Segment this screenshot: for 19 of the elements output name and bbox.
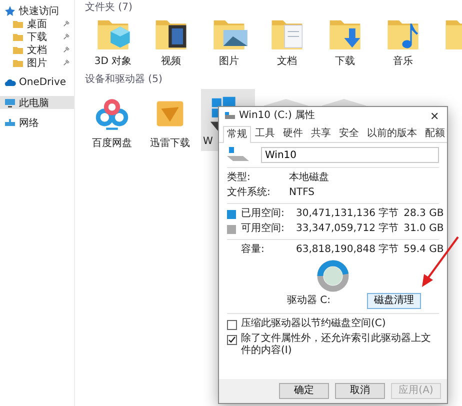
info-label: 文件系统: bbox=[227, 187, 272, 199]
size-value: 28.3 GB bbox=[402, 208, 444, 220]
section-header: 设备和驱动器 (5) bbox=[85, 72, 164, 86]
option-label: 除了文件属性外，还允许索引此驱动器上文件的内容(I) bbox=[241, 333, 432, 357]
space-label: 可用空间: bbox=[241, 223, 286, 235]
size-value: 31.0 GB bbox=[402, 223, 444, 235]
section-header: 文件夹 (7) bbox=[85, 0, 134, 14]
info-value: NTFS bbox=[289, 187, 316, 199]
info-label: 类型: bbox=[227, 172, 252, 184]
space-label: 已用空间: bbox=[241, 208, 286, 220]
window-title: Win10 (C:) 属性 bbox=[239, 110, 316, 122]
capacity-label: 容量: bbox=[241, 244, 266, 256]
bytes-value: 63,818,190,848 字节 bbox=[296, 244, 399, 256]
drive-label: 驱动器 C: bbox=[287, 295, 331, 307]
bytes-value: 30,471,131,136 字节 bbox=[296, 208, 399, 220]
option-label: 压缩此驱动器以节约磁盘空间(C) bbox=[241, 318, 386, 330]
size-value: 59.4 GB bbox=[402, 244, 444, 256]
bytes-value: 33,347,059,712 字节 bbox=[296, 223, 399, 235]
info-value: 本地磁盘 bbox=[289, 172, 330, 184]
